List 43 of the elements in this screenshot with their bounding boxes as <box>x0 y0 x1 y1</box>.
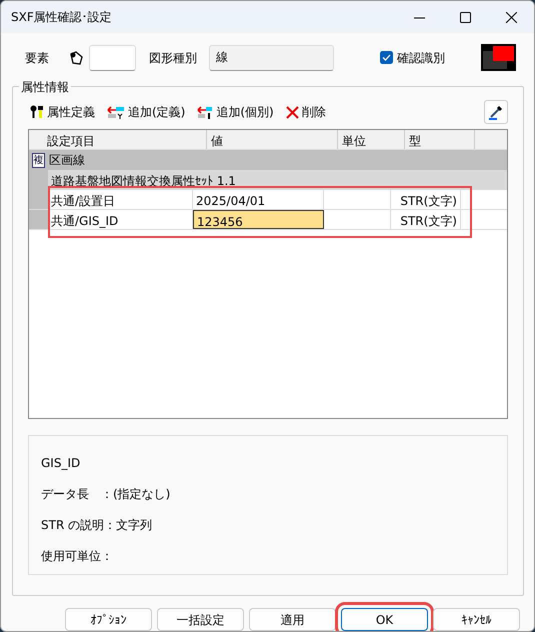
dialog-button[interactable]: 適用 <box>249 608 336 631</box>
confirm-checkbox[interactable]: 確認識別 <box>380 48 445 67</box>
column-header[interactable]: 単位 <box>338 130 405 149</box>
add-individual-button[interactable]: 追加(個別) <box>197 103 274 121</box>
add-row-icon <box>107 105 125 119</box>
tools-icon <box>30 105 44 119</box>
group-title: 属性情報 <box>19 78 71 96</box>
info-text: データ長 ：(指定なし) <box>41 486 172 503</box>
column-header[interactable]: 設定項目 <box>43 130 207 149</box>
maximize-icon <box>460 12 470 22</box>
define-attribute-button[interactable]: 属性定義 <box>30 103 95 121</box>
table-cell: 共通/設置日 <box>48 190 193 209</box>
info-text: 使用可単位： <box>41 548 114 565</box>
delete-icon <box>286 106 299 118</box>
column-header[interactable]: 型 <box>405 130 475 149</box>
value-input[interactable]: 123456 <box>193 210 324 229</box>
color-swatch[interactable] <box>481 44 516 72</box>
column-header[interactable]: 値 <box>207 130 338 149</box>
row-header <box>29 190 48 209</box>
pick-icon[interactable] <box>69 50 83 65</box>
field-label: 要素 <box>25 50 49 67</box>
shape-type-field: 線 <box>209 44 334 71</box>
delete-button[interactable]: 削除 <box>286 103 326 121</box>
field-label: 図形種別 <box>149 50 197 67</box>
eyedropper-button[interactable] <box>484 100 508 124</box>
close-icon <box>506 12 516 22</box>
add-definition-button[interactable]: 追加(定義) <box>107 103 186 121</box>
checkbox-icon <box>380 51 393 64</box>
layer-badge: 複 <box>32 152 45 168</box>
row-header <box>29 210 48 229</box>
dialog-button[interactable]: ｵﾌﾟｼｮﾝ <box>65 608 152 631</box>
info-text: STR の説明：文字列 <box>41 517 154 534</box>
dialog-button[interactable]: ｷｬﾝｾﾙ <box>433 608 520 631</box>
layer-name: 区画線 <box>49 152 85 169</box>
element-field[interactable] <box>89 44 136 71</box>
window-title: SXF属性確認･設定 <box>11 9 113 26</box>
add-row-icon <box>197 105 214 119</box>
table-cell: 2025/04/01 <box>193 190 324 209</box>
info-text: GIS_ID <box>41 455 82 472</box>
table-cell: STR(文字) <box>391 190 461 209</box>
eyedropper-icon <box>488 104 504 120</box>
dialog-button[interactable]: 一括設定 <box>157 608 244 631</box>
table-cell: STR(文字) <box>391 210 461 229</box>
